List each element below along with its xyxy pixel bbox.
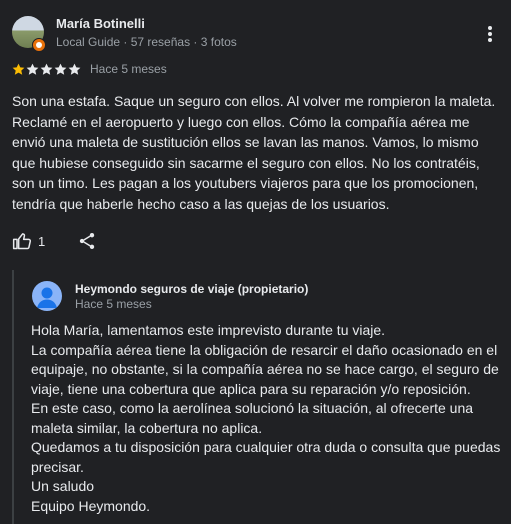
review-actions: 1 — [12, 229, 97, 253]
more-vert-icon — [488, 26, 492, 42]
like-button[interactable]: 1 — [12, 231, 45, 251]
owner-reply-line: La compañía aérea tiene la obligación de… — [31, 341, 499, 397]
star-empty-icon — [40, 63, 53, 75]
owner-avatar — [32, 281, 62, 311]
owner-reply-text: Hola María, lamentamos este imprevisto d… — [31, 321, 503, 516]
person-icon — [37, 287, 57, 308]
share-icon — [80, 233, 95, 249]
more-options-button[interactable] — [478, 22, 502, 46]
star-rating — [12, 63, 82, 76]
review-time: Hace 5 meses — [90, 62, 167, 76]
share-button[interactable] — [77, 231, 97, 251]
owner-reply-time: Hace 5 meses — [75, 297, 152, 311]
author-meta: Local Guide · 57 reseñas · 3 fotos — [56, 35, 237, 49]
star-filled-icon — [12, 63, 25, 75]
like-count: 1 — [38, 233, 46, 249]
owner-reply-line: Un saludo — [31, 478, 95, 494]
owner-reply-line: Hola María, lamentamos este imprevisto d… — [31, 322, 386, 338]
owner-name: Heymondo seguros de viaje (propietario) — [75, 282, 309, 296]
owner-reply-line: Equipo Heymondo. — [31, 497, 151, 514]
review-card: María Botinelli Local Guide · 57 reseñas… — [0, 0, 511, 524]
owner-reply-line: Quedamos a tu disposición para cualquier… — [31, 439, 501, 475]
owner-reply-line: En este caso, como la aerolínea solucion… — [31, 400, 474, 436]
local-guide-badge-icon — [32, 38, 46, 52]
star-empty-icon — [68, 63, 81, 75]
star-empty-icon — [54, 63, 67, 75]
reply-divider — [12, 270, 14, 524]
review-text: Son una estafa. Saque un seguro con ello… — [12, 93, 496, 212]
author-name[interactable]: María Botinelli — [56, 16, 145, 31]
star-empty-icon — [26, 63, 39, 75]
rating-row: Hace 5 meses — [12, 61, 167, 77]
thumb-up-icon — [12, 233, 32, 250]
